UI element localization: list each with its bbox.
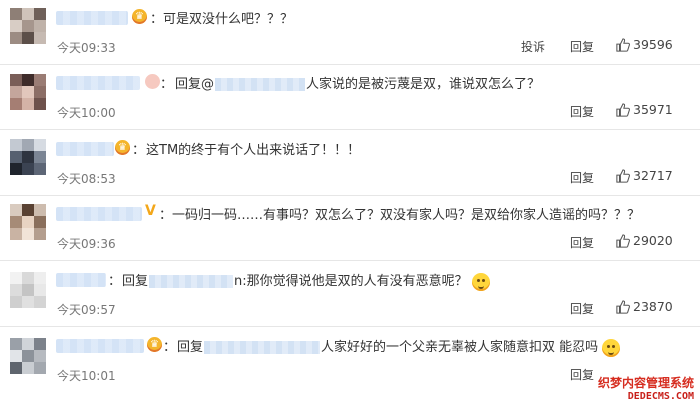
member-badge-icon	[145, 74, 160, 89]
avatar[interactable]	[10, 272, 46, 308]
comment-time: 今天09:36	[57, 237, 116, 251]
like-count: 29020	[633, 233, 673, 248]
comment-text: 回复 n:那你觉得说他是双的人有没有恶意呢？	[122, 270, 490, 291]
like-button[interactable]: 35971	[616, 102, 673, 117]
like-count: 23870	[633, 299, 673, 314]
reply-text: 人家好好的一个父亲无辜被人家随意扣双 能忍吗	[321, 340, 599, 355]
verified-v-icon: V	[145, 203, 156, 219]
comment-row: ♛ ： 这TM的终于有个人出来说话了！！！ 今天08:53 回复 32717	[0, 131, 700, 196]
watermark-line-1: 织梦内容管理系统	[597, 376, 694, 390]
reply-button[interactable]: 回复	[570, 38, 594, 55]
like-count: 32717	[633, 168, 673, 183]
watermark-line-2: DEDECMS.COM	[627, 391, 694, 402]
mention-link[interactable]	[215, 78, 306, 91]
reply-button[interactable]: 回复	[570, 169, 594, 186]
user-name[interactable]	[56, 339, 144, 353]
like-count: 39596	[633, 37, 673, 52]
report-button[interactable]: 投诉	[521, 38, 545, 55]
comment-time: 今天10:00	[57, 106, 116, 120]
mention-link[interactable]	[204, 341, 321, 354]
thumbs-up-icon	[616, 102, 630, 117]
avatar[interactable]	[10, 74, 46, 110]
reply-text: n:那你觉得说他是双的人有没有恶意呢？	[234, 274, 468, 289]
avatar[interactable]	[10, 139, 46, 175]
comment-text: 可是双没什么吧？？？	[163, 12, 294, 27]
smile-emoji-icon	[471, 272, 490, 291]
colon: ：	[160, 77, 174, 92]
colon: ：	[108, 274, 122, 289]
comment-row: V ： 一码归一码……有事吗？双怎么了？双没有家人吗？是双给你家人造谣的吗？？？…	[0, 196, 700, 261]
avatar[interactable]	[10, 338, 46, 374]
reply-prefix: 回复	[122, 274, 149, 289]
comment-row: ： 回复@ 人家说的是被污蔑是双，谁说双怎么了？ 今天10:00 回复 35971	[0, 65, 700, 130]
colon: ：	[159, 208, 173, 223]
like-button[interactable]: 23870	[616, 299, 673, 314]
comment-time: 今天08:53	[57, 172, 116, 186]
comment-row: ： 回复 n:那你觉得说他是双的人有没有恶意呢？ 今天09:57 回复 23870	[0, 262, 700, 327]
user-name[interactable]	[56, 273, 106, 287]
user-name[interactable]	[56, 142, 114, 156]
reply-button[interactable]: 回复	[570, 234, 594, 251]
like-button[interactable]: 29020	[616, 233, 673, 248]
like-button[interactable]: 32717	[616, 168, 673, 183]
colon: ：	[132, 143, 146, 158]
thumbs-up-icon	[616, 233, 630, 248]
vip-badge-icon: ♛	[147, 337, 162, 352]
like-count: 35971	[633, 102, 673, 117]
reply-button[interactable]: 回复	[570, 103, 594, 120]
reply-button[interactable]: 回复	[570, 366, 594, 383]
reply-button[interactable]: 回复	[570, 300, 594, 317]
thumbs-up-icon	[616, 37, 630, 52]
reply-text: 人家说的是被污蔑是双，谁说双怎么了？	[306, 77, 541, 92]
comment-text: 回复@ 人家说的是被污蔑是双，谁说双怎么了？	[175, 73, 540, 92]
thumbs-up-icon	[616, 299, 630, 314]
comment-text: 这TM的终于有个人出来说话了！！！	[146, 143, 361, 158]
colon: ：	[163, 340, 177, 355]
site-watermark: 织梦内容管理系统 DEDECMS.COM	[598, 374, 694, 402]
reply-prefix: 回复@	[175, 77, 215, 92]
proud-emoji-icon	[602, 338, 621, 357]
comment-row: ♛ ： 回复 人家好好的一个父亲无辜被人家随意扣双 能忍吗 今天10:01 回复	[0, 328, 700, 392]
mention-link[interactable]	[149, 275, 234, 288]
vip-badge-icon: ♛	[115, 140, 130, 155]
comment-time: 今天09:33	[57, 41, 116, 55]
reply-prefix: 回复	[177, 340, 204, 355]
thumbs-up-icon	[616, 168, 630, 183]
comment-row: ♛ ： 可是双没什么吧？？？ 今天09:33 投诉 回复 39596	[0, 0, 700, 65]
comment-text: 一码归一码……有事吗？双怎么了？双没有家人吗？是双给你家人造谣的吗？？？	[172, 208, 641, 223]
user-name[interactable]	[56, 76, 140, 90]
user-name[interactable]	[56, 11, 128, 25]
avatar[interactable]	[10, 8, 46, 44]
avatar[interactable]	[10, 204, 46, 240]
like-button[interactable]: 39596	[616, 37, 673, 52]
comment-time: 今天09:57	[57, 303, 116, 317]
comment-time: 今天10:01	[57, 369, 116, 383]
user-name[interactable]	[56, 207, 142, 221]
vip-badge-icon: ♛	[132, 9, 147, 24]
colon: ：	[150, 12, 164, 27]
comment-text: 回复 人家好好的一个父亲无辜被人家随意扣双 能忍吗	[177, 336, 621, 357]
